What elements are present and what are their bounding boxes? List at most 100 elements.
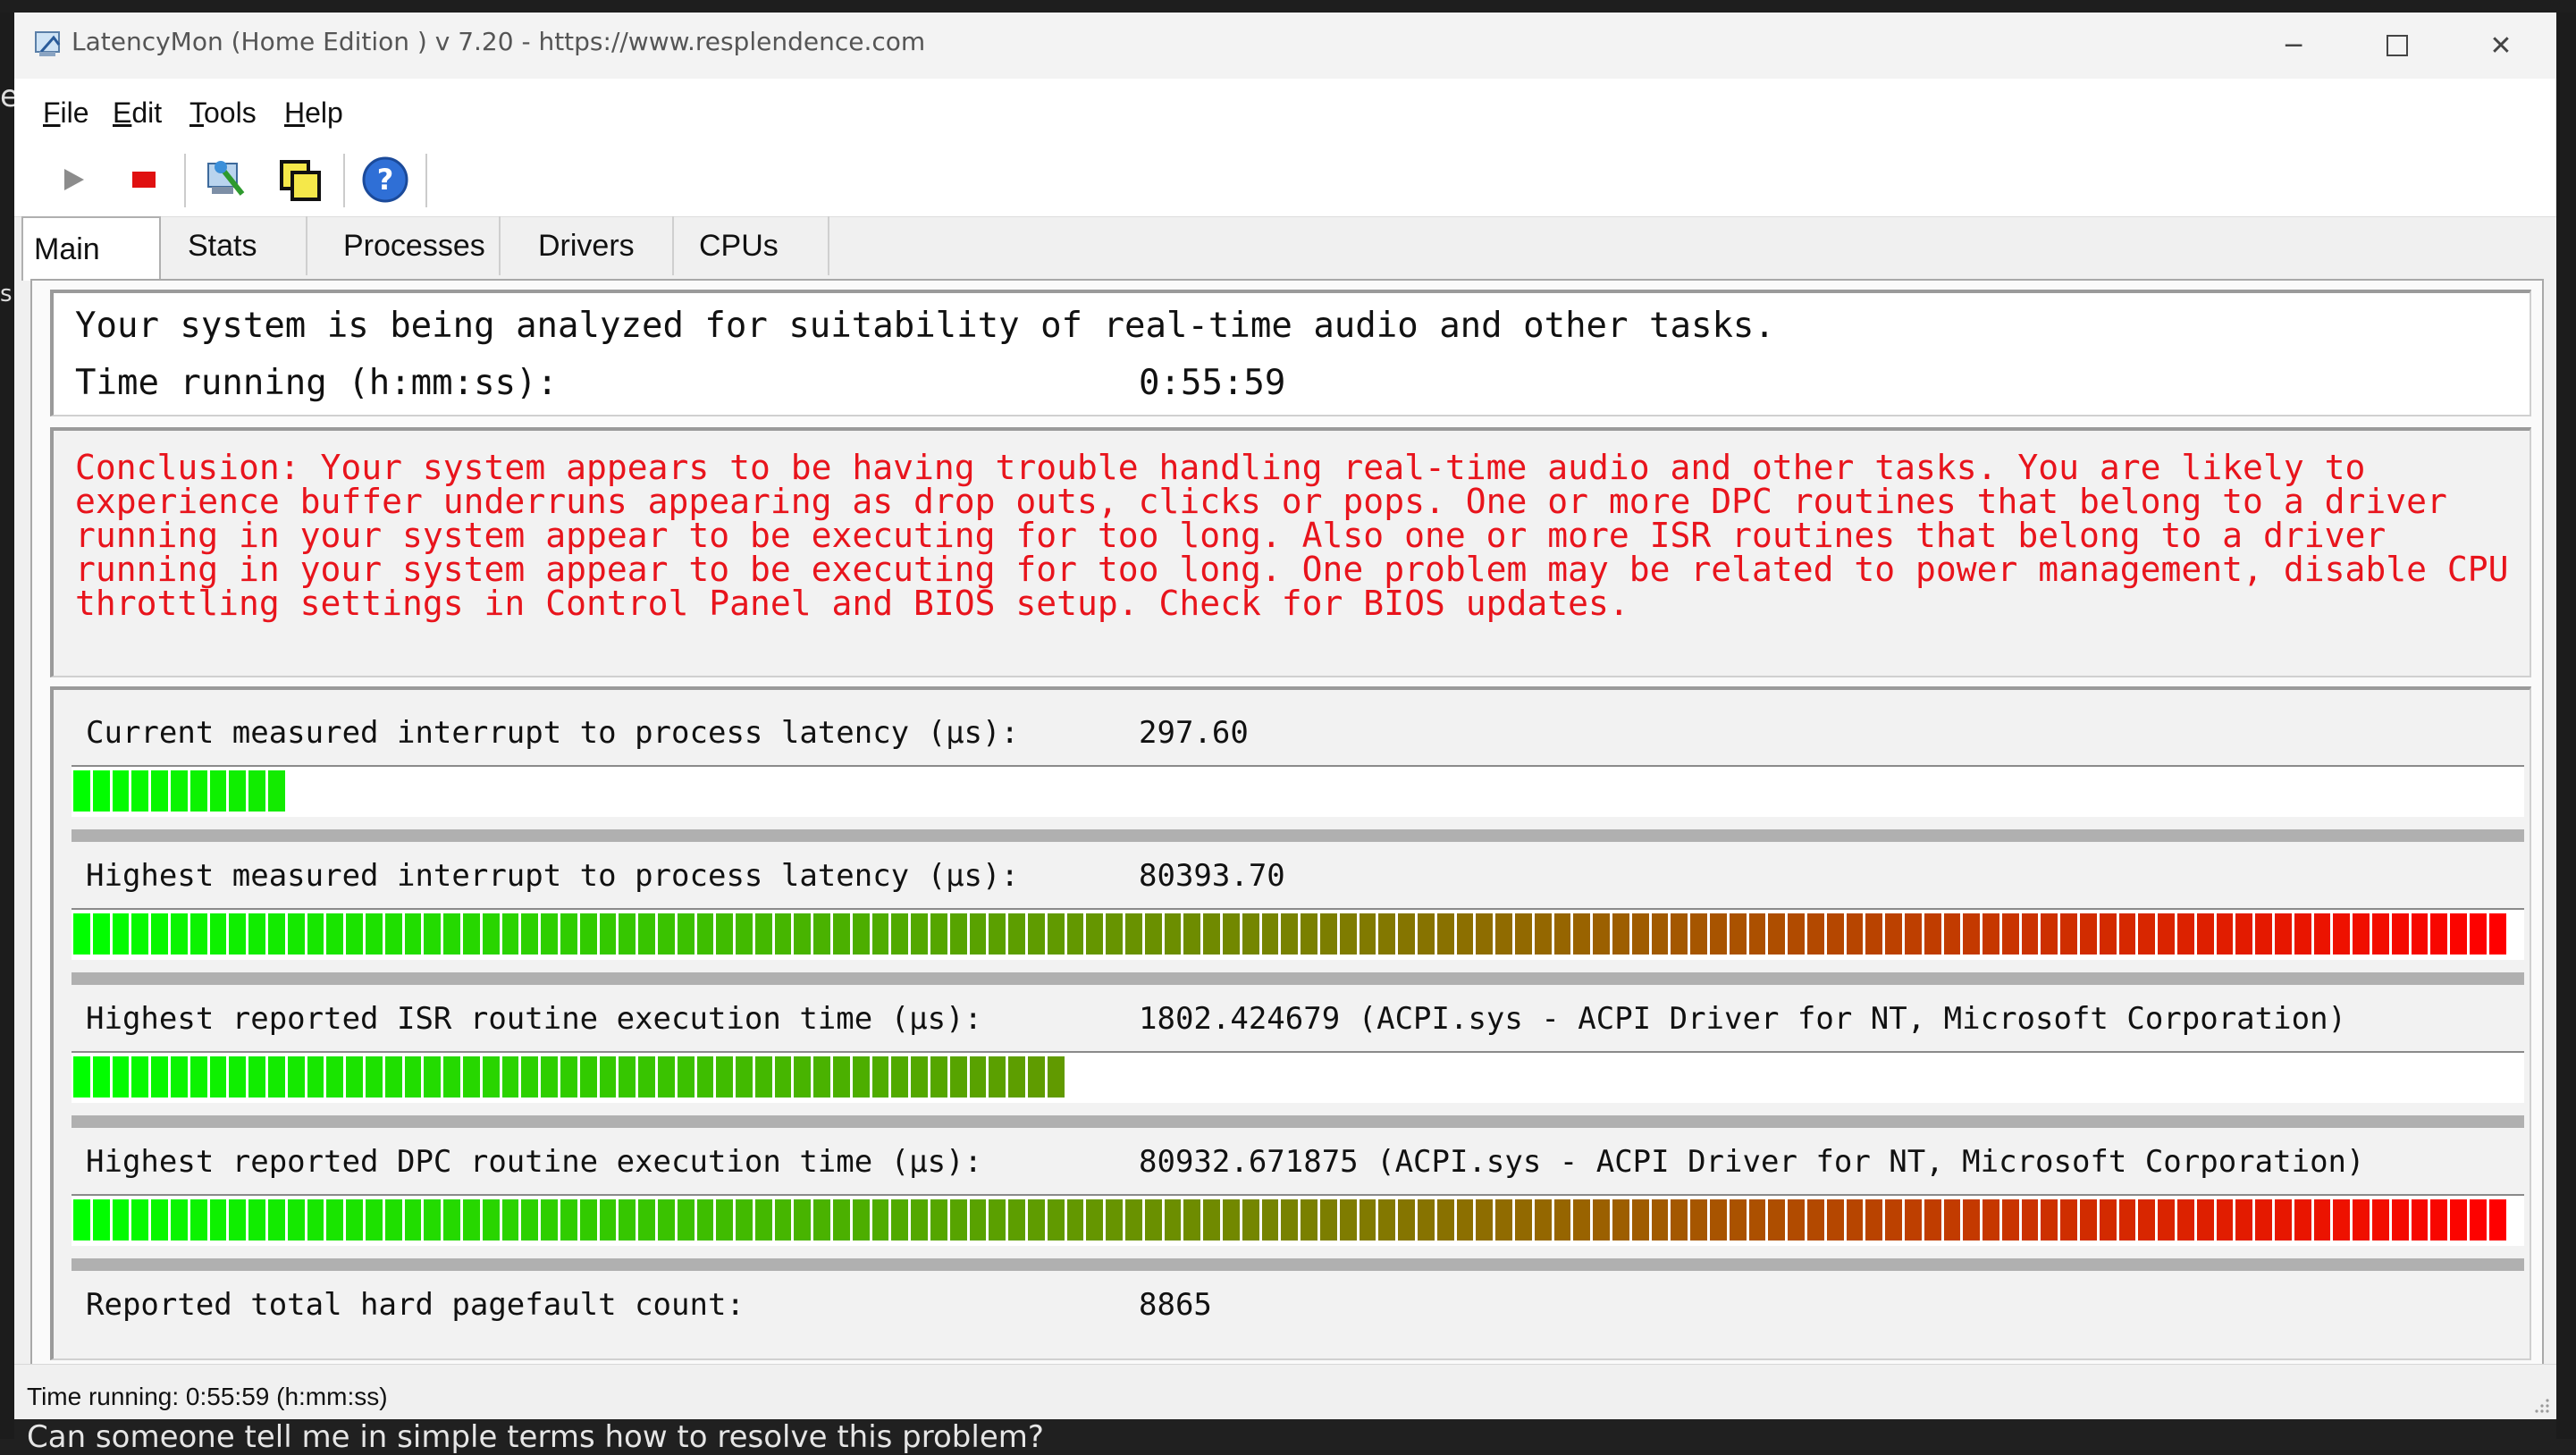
bar-segment — [1983, 1199, 2002, 1241]
menu-help[interactable]: Help — [284, 97, 343, 130]
metrics-panel: Current measured interrupt to process la… — [50, 686, 2531, 1360]
bar-segment — [1281, 913, 1301, 955]
bar-segment — [599, 913, 619, 955]
menu-edit[interactable]: Edit — [113, 97, 162, 130]
bar-segment — [1339, 1199, 1360, 1241]
bar-segment — [112, 913, 132, 955]
bar-segment — [1436, 1199, 1457, 1241]
bar-segment — [2391, 913, 2412, 955]
bar-segment — [209, 1056, 230, 1098]
bar-segment — [2411, 1199, 2431, 1241]
menu-bar: File Edit Tools Help — [14, 79, 2556, 146]
bar-segment — [677, 913, 697, 955]
analysis-text: Your system is being analyzed for suitab… — [75, 306, 1775, 346]
bar-segment — [267, 1056, 288, 1098]
bar-segment — [1709, 1199, 1730, 1241]
help-button[interactable]: ? — [358, 152, 413, 207]
bar-segment — [73, 913, 93, 955]
bar-segment — [619, 1056, 639, 1098]
bar-segment — [326, 1056, 347, 1098]
bar-segment — [2021, 1199, 2041, 1241]
bar-segment — [541, 1056, 560, 1098]
bar-segment — [696, 1199, 717, 1241]
menu-file[interactable]: File — [43, 97, 89, 130]
bar-segment — [2235, 1199, 2256, 1241]
maximize-icon — [2387, 35, 2408, 56]
bar-segment — [677, 1199, 697, 1241]
toolbar-separator — [343, 154, 345, 207]
bar-segment — [1339, 913, 1360, 955]
bar-segment — [2196, 1199, 2217, 1241]
tab-drivers[interactable]: Drivers — [520, 216, 674, 275]
stop-icon — [132, 172, 156, 188]
bar-segment — [736, 1056, 755, 1098]
bar-segment — [2411, 913, 2431, 955]
bar-segment — [1748, 913, 1769, 955]
resize-grip-icon[interactable] — [2533, 1397, 2551, 1415]
bar-segment — [2216, 913, 2236, 955]
highest-latency-bar-fill — [73, 913, 2509, 955]
tab-stats[interactable]: Stats — [164, 216, 307, 275]
stop-button[interactable] — [116, 152, 172, 207]
title-bar[interactable]: LatencyMon (Home Edition ) v 7.20 - http… — [14, 13, 2556, 79]
bar-segment — [501, 1199, 522, 1241]
bar-segment — [501, 913, 522, 955]
background-window-left-edge: e s — [0, 13, 19, 1439]
bar-segment — [2041, 1199, 2061, 1241]
bar-segment — [1066, 1199, 1087, 1241]
start-button[interactable] — [45, 152, 100, 207]
bar-segment — [1028, 913, 1048, 955]
minimize-button[interactable]: ─ — [2243, 13, 2344, 79]
bar-segment — [1553, 1199, 1574, 1241]
bar-segment — [1086, 1199, 1107, 1241]
isr-time-label: Highest reported ISR routine execution t… — [86, 1001, 983, 1037]
current-latency-value: 297.60 — [1139, 715, 1249, 751]
bar-segment — [1573, 1199, 1594, 1241]
latencymon-window: LatencyMon (Home Edition ) v 7.20 - http… — [14, 13, 2556, 1419]
bar-segment — [131, 770, 152, 812]
bar-segment — [1593, 1199, 1612, 1241]
close-icon: ✕ — [2489, 29, 2513, 62]
bar-segment — [1846, 913, 1866, 955]
tab-main[interactable]: Main — [21, 216, 161, 281]
windows-button[interactable] — [272, 152, 327, 207]
maximize-button[interactable] — [2347, 13, 2447, 79]
bar-segment — [248, 1199, 268, 1241]
conclusion-panel: Conclusion: Your system appears to be ha… — [50, 427, 2531, 677]
tab-processes[interactable]: Processes — [322, 216, 501, 275]
current-latency-bar-fill — [73, 770, 288, 812]
bar-segment — [1671, 1199, 1691, 1241]
bar-segment — [1924, 1199, 1944, 1241]
bar-segment — [736, 1199, 755, 1241]
bar-segment — [2001, 913, 2022, 955]
bar-segment — [2216, 1199, 2236, 1241]
bar-segment — [2080, 1199, 2100, 1241]
bar-segment — [1223, 913, 1242, 955]
bar-segment — [170, 1199, 190, 1241]
bar-segment — [930, 1056, 950, 1098]
menu-tools[interactable]: Tools — [189, 97, 257, 130]
pagefault-label: Reported total hard pagefault count: — [86, 1287, 745, 1323]
main-tab-content: Your system is being analyzed for suitab… — [30, 279, 2544, 1373]
bar-segment — [891, 1056, 912, 1098]
bar-segment — [871, 1056, 892, 1098]
close-button[interactable]: ✕ — [2451, 13, 2551, 79]
system-info-button[interactable] — [198, 152, 254, 207]
bar-segment — [716, 1056, 737, 1098]
bar-segment — [2353, 913, 2373, 955]
bar-segment — [1417, 1199, 1437, 1241]
bar-segment — [384, 913, 405, 955]
bar-segment — [2430, 913, 2451, 955]
bar-segment — [579, 1056, 600, 1098]
bar-segment — [638, 1199, 658, 1241]
bar-segment — [1398, 913, 1418, 955]
bar-segment — [384, 1056, 405, 1098]
toolbar-separator — [425, 154, 427, 207]
windows-icon — [280, 160, 321, 201]
bar-segment — [969, 1199, 989, 1241]
bar-segment — [696, 1056, 717, 1098]
bar-segment — [1671, 913, 1691, 955]
bar-segment — [2021, 913, 2041, 955]
tab-cpus[interactable]: CPUs — [674, 216, 829, 275]
bar-segment — [2235, 913, 2256, 955]
